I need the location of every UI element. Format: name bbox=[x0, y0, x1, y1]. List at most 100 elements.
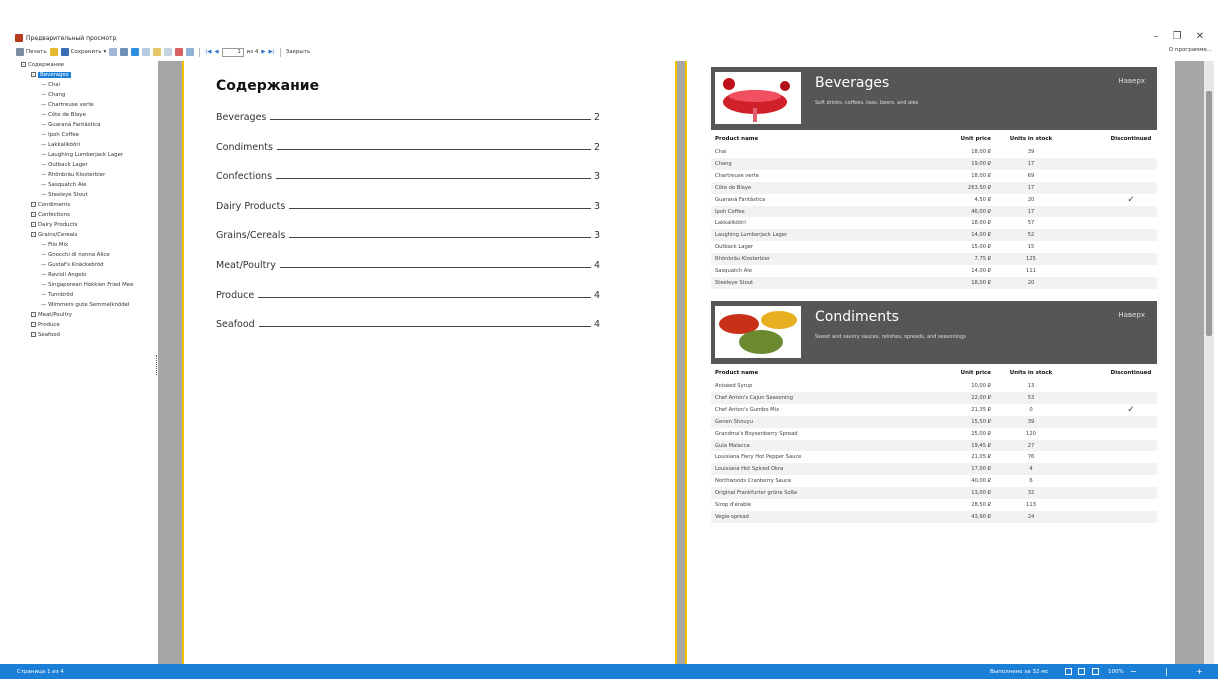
about-link[interactable]: О программе... bbox=[1169, 47, 1212, 53]
tree-item[interactable]: — Lakkalikööri bbox=[41, 141, 80, 149]
copy-page-icon[interactable] bbox=[164, 48, 173, 56]
tree-group[interactable]: - Meat/Poultry bbox=[31, 311, 72, 319]
tree-item[interactable]: — Singaporean Hokkien Fried Mee bbox=[41, 281, 133, 289]
tree-item[interactable]: — Wimmers gute Semmelknödel bbox=[41, 301, 130, 309]
back-to-top-link[interactable]: Наверх bbox=[1118, 77, 1145, 85]
tree-item[interactable]: — Côte de Blaye bbox=[41, 111, 86, 119]
toc-entry[interactable]: Beverages 2 bbox=[216, 111, 600, 123]
watermark-icon[interactable] bbox=[186, 48, 195, 56]
expander-icon[interactable]: - bbox=[31, 232, 36, 237]
preview-canvas: Содержание Beverages 2 Condiments 2 Confecti… bbox=[158, 61, 1214, 664]
tree-item[interactable]: — Gustaf's Knäckebröd bbox=[41, 261, 104, 269]
tree-item-label: Lakkalikööri bbox=[48, 142, 81, 148]
tree-group[interactable]: - Produce bbox=[31, 321, 60, 329]
tree-group[interactable]: - Beverages bbox=[31, 71, 71, 79]
tree-item[interactable]: — Ipoh Coffee bbox=[41, 131, 79, 139]
tree-item-label: Ravioli Angelo bbox=[48, 272, 87, 278]
save-button[interactable]: Сохранить ▾ bbox=[60, 48, 106, 56]
expander-icon[interactable]: - bbox=[31, 332, 36, 337]
scrollbar-thumb[interactable] bbox=[1206, 91, 1212, 336]
tree-item[interactable]: — Steeleye Stout bbox=[41, 191, 88, 199]
tree-group[interactable]: - Confections bbox=[31, 211, 70, 219]
zoom-slider-handle[interactable]: ❘ bbox=[1163, 667, 1170, 676]
tree-group[interactable]: - Grains/Cereals bbox=[31, 231, 77, 239]
separator bbox=[199, 47, 201, 57]
toc-entry[interactable]: Seafood 4 bbox=[216, 318, 600, 330]
page-number-input[interactable]: 1 bbox=[221, 47, 244, 57]
table-row: Gula Malacca 19,45 ₽ 27 bbox=[711, 439, 1157, 452]
toc-leader-line bbox=[276, 178, 591, 180]
single-page-view-icon[interactable] bbox=[1065, 668, 1072, 675]
toc-entry-name: Seafood bbox=[216, 319, 255, 331]
expander-icon[interactable]: - bbox=[31, 222, 36, 227]
fit-width-icon[interactable] bbox=[1092, 668, 1099, 675]
tree-item[interactable]: — Rhönbräu Klosterbier bbox=[41, 171, 105, 179]
expander-icon[interactable]: - bbox=[31, 202, 36, 207]
tree-root[interactable]: - Содержание bbox=[21, 61, 64, 69]
toc-entry[interactable]: Meat/Poultry 4 bbox=[216, 259, 600, 271]
vertical-scrollbar[interactable] bbox=[1204, 61, 1214, 664]
close-window-button[interactable]: ✕ bbox=[1196, 31, 1204, 42]
tree-item[interactable]: — Outback Lager bbox=[41, 161, 88, 169]
zoom-level[interactable]: 100% bbox=[1108, 669, 1124, 675]
prev-page-icon[interactable]: ◀ bbox=[214, 49, 218, 55]
expander-icon[interactable]: - bbox=[31, 72, 36, 77]
multi-page-view-icon[interactable] bbox=[1078, 668, 1085, 675]
last-page-icon[interactable]: ▶| bbox=[269, 49, 275, 55]
zoom-out-icon[interactable]: − bbox=[1130, 667, 1137, 676]
unit-price: 13,00 ₽ bbox=[971, 490, 991, 497]
toc-entry[interactable]: Produce 4 bbox=[216, 289, 600, 301]
window-title: Предварительный просмотр bbox=[26, 34, 117, 42]
table-row: Original Frankfurter grüne Soße 13,00 ₽ 32 bbox=[711, 487, 1157, 499]
next-page-icon[interactable]: ▶ bbox=[261, 49, 265, 55]
find-icon[interactable] bbox=[120, 48, 129, 56]
unit-price: 40,00 ₽ bbox=[971, 478, 991, 485]
open-folder-icon[interactable] bbox=[49, 48, 58, 56]
tree-item[interactable]: — Gnocchi di nonna Alice bbox=[41, 251, 110, 259]
delete-page-icon[interactable] bbox=[175, 48, 184, 56]
status-bar: Страница 1 из 4 Выполнено за 32 мс 100% … bbox=[0, 664, 1218, 679]
minimize-button[interactable]: – bbox=[1154, 31, 1159, 42]
toc-entry[interactable]: Dairy Products 3 bbox=[216, 200, 600, 212]
expander-icon[interactable]: - bbox=[31, 312, 36, 317]
two-pages-icon[interactable] bbox=[142, 48, 151, 56]
tree-item[interactable]: — Chang bbox=[41, 91, 65, 99]
print-button[interactable]: Печать bbox=[16, 48, 47, 56]
zoom-in-icon[interactable]: + bbox=[1196, 667, 1203, 676]
units-in-stock: 52 bbox=[1027, 232, 1035, 239]
close-preview-button[interactable]: Закрыть bbox=[286, 49, 311, 55]
tree-group[interactable]: - Seafood bbox=[31, 331, 60, 339]
email-icon[interactable] bbox=[109, 48, 118, 56]
expander-icon[interactable]: - bbox=[21, 62, 26, 67]
restore-button[interactable]: ❐ bbox=[1173, 31, 1182, 42]
toc-entry[interactable]: Grains/Cereals 3 bbox=[216, 229, 600, 241]
table-row: Aniseed Syrup 10,00 ₽ 13 bbox=[711, 380, 1157, 392]
tree-item[interactable]: — Guaraná Fantástica bbox=[41, 121, 100, 129]
outline-tree: - Содержание - Beverages — Chai — Chang — Char… bbox=[16, 61, 156, 664]
back-to-top-link[interactable]: Наверх bbox=[1118, 311, 1145, 319]
tree-item[interactable]: — Sasquatch Ale bbox=[41, 181, 87, 189]
edit-page-icon[interactable] bbox=[153, 48, 162, 56]
expander-icon[interactable]: - bbox=[31, 212, 36, 217]
toc-entry-page: 3 bbox=[593, 171, 600, 183]
first-page-icon[interactable]: |◀ bbox=[205, 49, 211, 55]
tree-item[interactable]: — Tunnbröd bbox=[41, 291, 73, 299]
toc-entry[interactable]: Confections 3 bbox=[216, 170, 600, 182]
single-page-icon[interactable] bbox=[131, 48, 140, 56]
table-header: Product name Unit price Units in stock Disc… bbox=[711, 368, 1157, 378]
tree-item-label: Confections bbox=[38, 212, 70, 218]
table-row: Chai 18,00 ₽ 39 bbox=[711, 146, 1157, 158]
product-name: Chai bbox=[715, 149, 727, 155]
expander-icon[interactable]: - bbox=[31, 322, 36, 327]
tree-item[interactable]: — Filo Mix bbox=[41, 241, 68, 249]
units-in-stock: 20 bbox=[1027, 279, 1035, 286]
tree-item[interactable]: — Chai bbox=[41, 81, 60, 89]
tree-item[interactable]: — Ravioli Angelo bbox=[41, 271, 86, 279]
toc-entry[interactable]: Condiments 2 bbox=[216, 141, 600, 153]
tree-item[interactable]: — Laughing Lumberjack Lager bbox=[41, 151, 123, 159]
table-row: Chang 19,00 ₽ 17 bbox=[711, 157, 1157, 170]
tree-group[interactable]: - Dairy Products bbox=[31, 221, 77, 229]
tree-group[interactable]: - Condiments bbox=[31, 201, 70, 209]
tree-item[interactable]: — Chartreuse verte bbox=[41, 101, 94, 109]
tree-item-label: Tunnbröd bbox=[48, 292, 74, 298]
